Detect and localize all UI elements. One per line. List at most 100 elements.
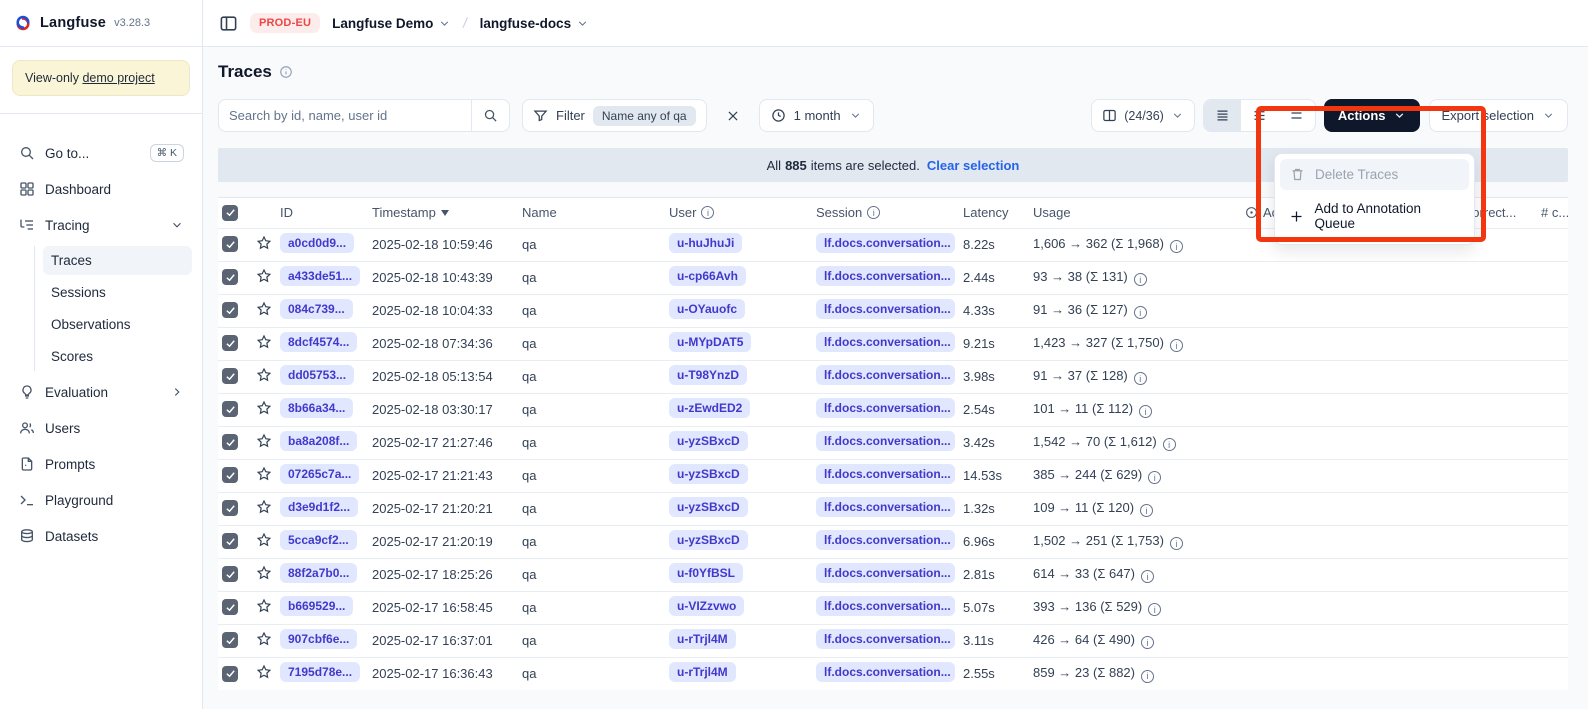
session-badge[interactable]: lf.docs.conversation... xyxy=(816,431,955,451)
info-icon[interactable]: i xyxy=(1141,636,1154,649)
user-badge[interactable]: u-MYpDAT5 xyxy=(669,332,751,352)
row-checkbox[interactable] xyxy=(222,269,238,285)
user-badge[interactable]: u-yzSBxcD xyxy=(669,431,748,451)
row-checkbox[interactable] xyxy=(222,236,238,252)
actions-button[interactable]: Actions xyxy=(1324,99,1420,132)
row-checkbox[interactable] xyxy=(222,302,238,318)
sidebar-item-traces[interactable]: Traces xyxy=(43,246,192,275)
col-timestamp[interactable]: Timestamp xyxy=(372,205,436,220)
info-icon[interactable]: i xyxy=(1134,273,1147,286)
info-icon[interactable]: i xyxy=(1170,240,1183,253)
star-icon[interactable] xyxy=(256,367,272,383)
menu-item-delete-traces[interactable]: Delete Traces xyxy=(1280,159,1469,190)
export-selection-button[interactable]: Export selection xyxy=(1429,99,1569,132)
col-overflow[interactable]: # c... xyxy=(1541,205,1568,220)
star-icon[interactable] xyxy=(256,301,272,317)
star-icon[interactable] xyxy=(256,466,272,482)
col-id[interactable]: ID xyxy=(280,205,293,220)
trace-id-badge[interactable]: 084c739... xyxy=(280,299,353,319)
info-icon[interactable]: i xyxy=(1134,372,1147,385)
sidebar-item-prompts[interactable]: Prompts xyxy=(10,449,192,479)
info-icon[interactable]: i xyxy=(1148,603,1161,616)
session-badge[interactable]: lf.docs.conversation... xyxy=(816,596,955,616)
demo-project-link[interactable]: demo project xyxy=(82,71,154,85)
col-usage[interactable]: Usage xyxy=(1033,205,1071,220)
info-icon[interactable]: i xyxy=(867,206,880,219)
sidebar-item-playground[interactable]: Playground xyxy=(10,485,192,515)
info-icon[interactable]: i xyxy=(1148,471,1161,484)
info-icon[interactable]: i xyxy=(1141,570,1154,583)
star-icon[interactable] xyxy=(256,664,272,680)
sidebar-item-evaluation[interactable]: Evaluation xyxy=(10,377,192,407)
session-badge[interactable]: lf.docs.conversation... xyxy=(816,629,955,649)
filter-button[interactable]: Filter Name any of qa xyxy=(522,99,707,132)
trace-id-badge[interactable]: 8dcf4574... xyxy=(280,332,357,352)
user-badge[interactable]: u-zEwdED2 xyxy=(669,398,750,418)
star-icon[interactable] xyxy=(256,499,272,515)
sidebar-item-scores[interactable]: Scores xyxy=(43,342,192,371)
trace-id-badge[interactable]: b669529... xyxy=(280,596,353,616)
star-icon[interactable] xyxy=(256,433,272,449)
row-checkbox[interactable] xyxy=(222,566,238,582)
menu-item-add-to-annotation-queue[interactable]: Add to Annotation Queue xyxy=(1280,193,1469,239)
user-badge[interactable]: u-huJhuJi xyxy=(669,233,742,253)
row-height-compact-button[interactable] xyxy=(1204,100,1241,131)
trace-id-badge[interactable]: 07265c7a... xyxy=(280,464,359,484)
star-icon[interactable] xyxy=(256,268,272,284)
trace-id-badge[interactable]: a433de51... xyxy=(280,266,360,286)
user-badge[interactable]: u-cp66Avh xyxy=(669,266,746,286)
search-icon[interactable] xyxy=(471,100,509,131)
info-icon[interactable]: i xyxy=(1140,504,1153,517)
filter-chip[interactable]: Name any of qa xyxy=(593,106,696,126)
time-range-selector[interactable]: 1 month xyxy=(759,99,874,132)
row-checkbox[interactable] xyxy=(222,666,238,682)
row-checkbox[interactable] xyxy=(222,368,238,384)
sidebar-item-datasets[interactable]: Datasets xyxy=(10,521,192,551)
user-badge[interactable]: u-rTrjl4M xyxy=(669,629,736,649)
user-badge[interactable]: u-T98YnzD xyxy=(669,365,747,385)
row-checkbox[interactable] xyxy=(222,335,238,351)
org-switcher[interactable]: Langfuse Demo xyxy=(332,16,451,31)
col-user[interactable]: User xyxy=(669,205,696,220)
info-icon[interactable]: i xyxy=(1163,438,1176,451)
sidebar-toggle-icon[interactable] xyxy=(219,14,238,33)
trace-id-badge[interactable]: a0cd0d9... xyxy=(280,233,354,253)
row-height-large-button[interactable] xyxy=(1278,100,1315,131)
info-icon[interactable]: i xyxy=(1170,537,1183,550)
session-badge[interactable]: lf.docs.conversation... xyxy=(816,398,955,418)
row-checkbox[interactable] xyxy=(222,500,238,516)
sidebar-item-observations[interactable]: Observations xyxy=(43,310,192,339)
trace-id-badge[interactable]: 907cbf6e... xyxy=(280,629,357,649)
session-badge[interactable]: lf.docs.conversation... xyxy=(816,497,955,517)
trace-id-badge[interactable]: d3e9d1f2... xyxy=(280,497,358,517)
sidebar-item-sessions[interactable]: Sessions xyxy=(43,278,192,307)
trace-id-badge[interactable]: 88f2a7b0... xyxy=(280,563,357,583)
session-badge[interactable]: lf.docs.conversation... xyxy=(816,332,955,352)
row-height-medium-button[interactable] xyxy=(1241,100,1278,131)
user-badge[interactable]: u-OYauofc xyxy=(669,299,745,319)
search-input[interactable] xyxy=(219,108,471,123)
sidebar-item-dashboard[interactable]: Dashboard xyxy=(10,174,192,204)
row-checkbox[interactable] xyxy=(222,401,238,417)
star-icon[interactable] xyxy=(256,334,272,350)
row-checkbox[interactable] xyxy=(222,434,238,450)
row-checkbox[interactable] xyxy=(222,533,238,549)
user-badge[interactable]: u-yzSBxcD xyxy=(669,530,748,550)
trace-id-badge[interactable]: dd05753... xyxy=(280,365,354,385)
info-icon[interactable]: i xyxy=(1134,306,1147,319)
trace-id-badge[interactable]: 8b66a34... xyxy=(280,398,353,418)
info-icon[interactable] xyxy=(279,65,293,79)
sidebar-item-users[interactable]: Users xyxy=(10,413,192,443)
star-icon[interactable] xyxy=(256,565,272,581)
star-icon[interactable] xyxy=(256,532,272,548)
info-icon[interactable]: i xyxy=(1170,339,1183,352)
sidebar-item-goto[interactable]: Go to... ⌘ K xyxy=(10,138,192,168)
session-badge[interactable]: lf.docs.conversation... xyxy=(816,662,955,682)
session-badge[interactable]: lf.docs.conversation... xyxy=(816,464,955,484)
session-badge[interactable]: lf.docs.conversation... xyxy=(816,266,955,286)
project-switcher[interactable]: langfuse-docs xyxy=(480,16,590,31)
clear-filter-button[interactable] xyxy=(719,102,747,130)
trace-id-badge[interactable]: ba8a208f... xyxy=(280,431,357,451)
star-icon[interactable] xyxy=(256,631,272,647)
user-badge[interactable]: u-yzSBxcD xyxy=(669,464,748,484)
